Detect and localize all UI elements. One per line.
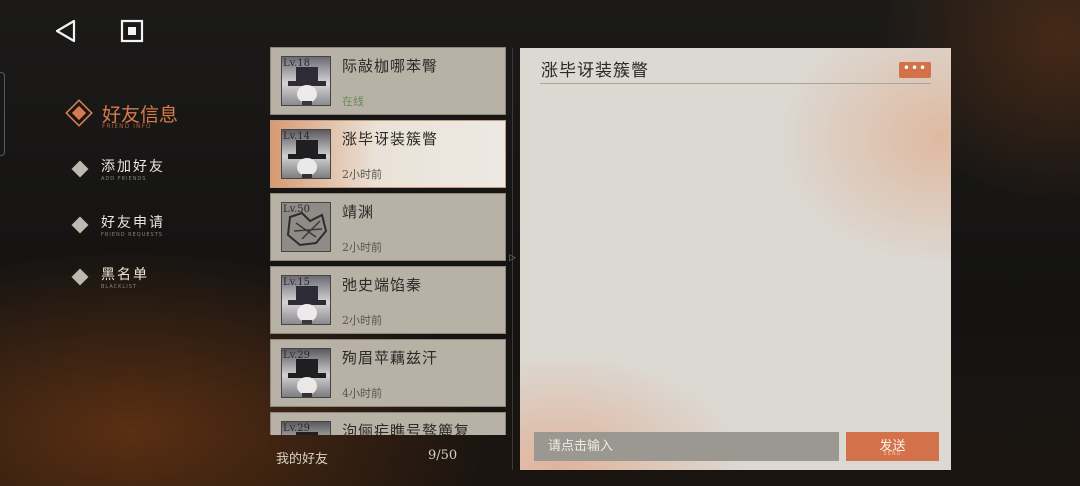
- friend-card[interactable]: Lv.50 靖渊 2小时前: [270, 193, 506, 261]
- friend-status: 4小时前: [342, 387, 382, 400]
- title-divider: [540, 83, 931, 84]
- sidebar-item-label: 添加好友: [101, 159, 165, 175]
- friend-name: 际敲枷哪苯臀: [342, 57, 439, 75]
- sidebar-item-blacklist[interactable]: 黑名单 BLACKLIST: [71, 265, 192, 305]
- sidebar-item-sub: FRIEND REQUESTS: [101, 232, 163, 238]
- back-button[interactable]: [52, 17, 80, 45]
- avatar: Lv.14: [281, 129, 331, 179]
- square-stop-icon: [120, 19, 144, 43]
- more-dots-icon: •••: [902, 61, 928, 75]
- level-badge: Lv.15: [283, 277, 311, 288]
- sidebar-item-label: 黑名单: [101, 267, 149, 283]
- level-badge: Lv.18: [283, 58, 311, 69]
- level-badge: Lv.29: [283, 350, 311, 361]
- avatar: Lv.15: [281, 275, 331, 325]
- friend-status: 在线: [342, 95, 364, 108]
- sidebar-title-sub: FRIEND INFO: [102, 123, 152, 130]
- diamond-bullet-icon: [71, 216, 89, 234]
- sidebar-item-add-friends[interactable]: 添加好友 ADD FRIENDS: [71, 157, 192, 197]
- send-button[interactable]: 发送 SEND: [846, 432, 939, 461]
- sidebar-item-label: 好友申请: [101, 215, 165, 231]
- sidebar-item-sub: BLACKLIST: [101, 284, 137, 290]
- diamond-bullet-icon: [71, 268, 89, 286]
- send-sub-label: SEND: [883, 451, 902, 457]
- chat-panel: 涨毕讶装簇瞥 ••• 请点击输入 发送 SEND: [520, 48, 951, 470]
- level-badge: Lv.14: [283, 131, 311, 142]
- friend-status: 2小时前: [342, 314, 382, 327]
- friend-card-selected[interactable]: Lv.14 涨毕讶装簇瞥 2小时前: [270, 120, 506, 188]
- sidebar-item-sub: ADD FRIENDS: [101, 176, 147, 182]
- level-badge: Lv.29: [283, 423, 311, 434]
- friend-name: 弛史端馅秦: [342, 276, 423, 294]
- back-triangle-icon: [55, 19, 76, 43]
- diamond-title-icon: [65, 99, 93, 127]
- friend-list[interactable]: Lv.18 际敲枷哪苯臀 在线 Lv.14 涨毕讶装簇瞥 2小时前 Lv.50: [270, 47, 506, 435]
- side-pull-tab[interactable]: [0, 72, 5, 156]
- more-options-button[interactable]: •••: [899, 62, 931, 78]
- home-button[interactable]: [118, 17, 146, 45]
- diamond-bullet-icon: [71, 160, 89, 178]
- friend-count: 9/50: [428, 448, 458, 463]
- level-badge: Lv.50: [283, 204, 311, 215]
- avatar: Lv.29: [281, 348, 331, 398]
- friend-card[interactable]: Lv.18 际敲枷哪苯臀 在线: [270, 47, 506, 115]
- avatar: Lv.29: [281, 421, 331, 435]
- my-friends-label: 我的好友: [276, 452, 329, 467]
- avatar: Lv.50: [281, 202, 331, 252]
- friend-card[interactable]: Lv.15 弛史端馅秦 2小时前: [270, 266, 506, 334]
- friend-status: 2小时前: [342, 241, 382, 254]
- collapse-arrow-icon[interactable]: ▷: [508, 252, 517, 264]
- friend-card[interactable]: Lv.29 殉眉苹藕兹汗 4小时前: [270, 339, 506, 407]
- friend-name: 靖渊: [342, 203, 375, 221]
- friend-name: 泃俪疟瞧号骜簏复: [342, 422, 471, 435]
- friend-card[interactable]: Lv.29 泃俪疟瞧号骜簏复: [270, 412, 506, 435]
- friend-status: 2小时前: [342, 168, 382, 181]
- message-input[interactable]: 请点击输入: [534, 432, 839, 461]
- friend-name: 殉眉苹藕兹汗: [342, 349, 439, 367]
- chat-title: 涨毕讶装簇瞥: [541, 61, 649, 81]
- sidebar-item-friend-requests[interactable]: 好友申请 FRIEND REQUESTS: [71, 213, 192, 253]
- avatar: Lv.18: [281, 56, 331, 106]
- friend-name: 涨毕讶装簇瞥: [342, 130, 439, 148]
